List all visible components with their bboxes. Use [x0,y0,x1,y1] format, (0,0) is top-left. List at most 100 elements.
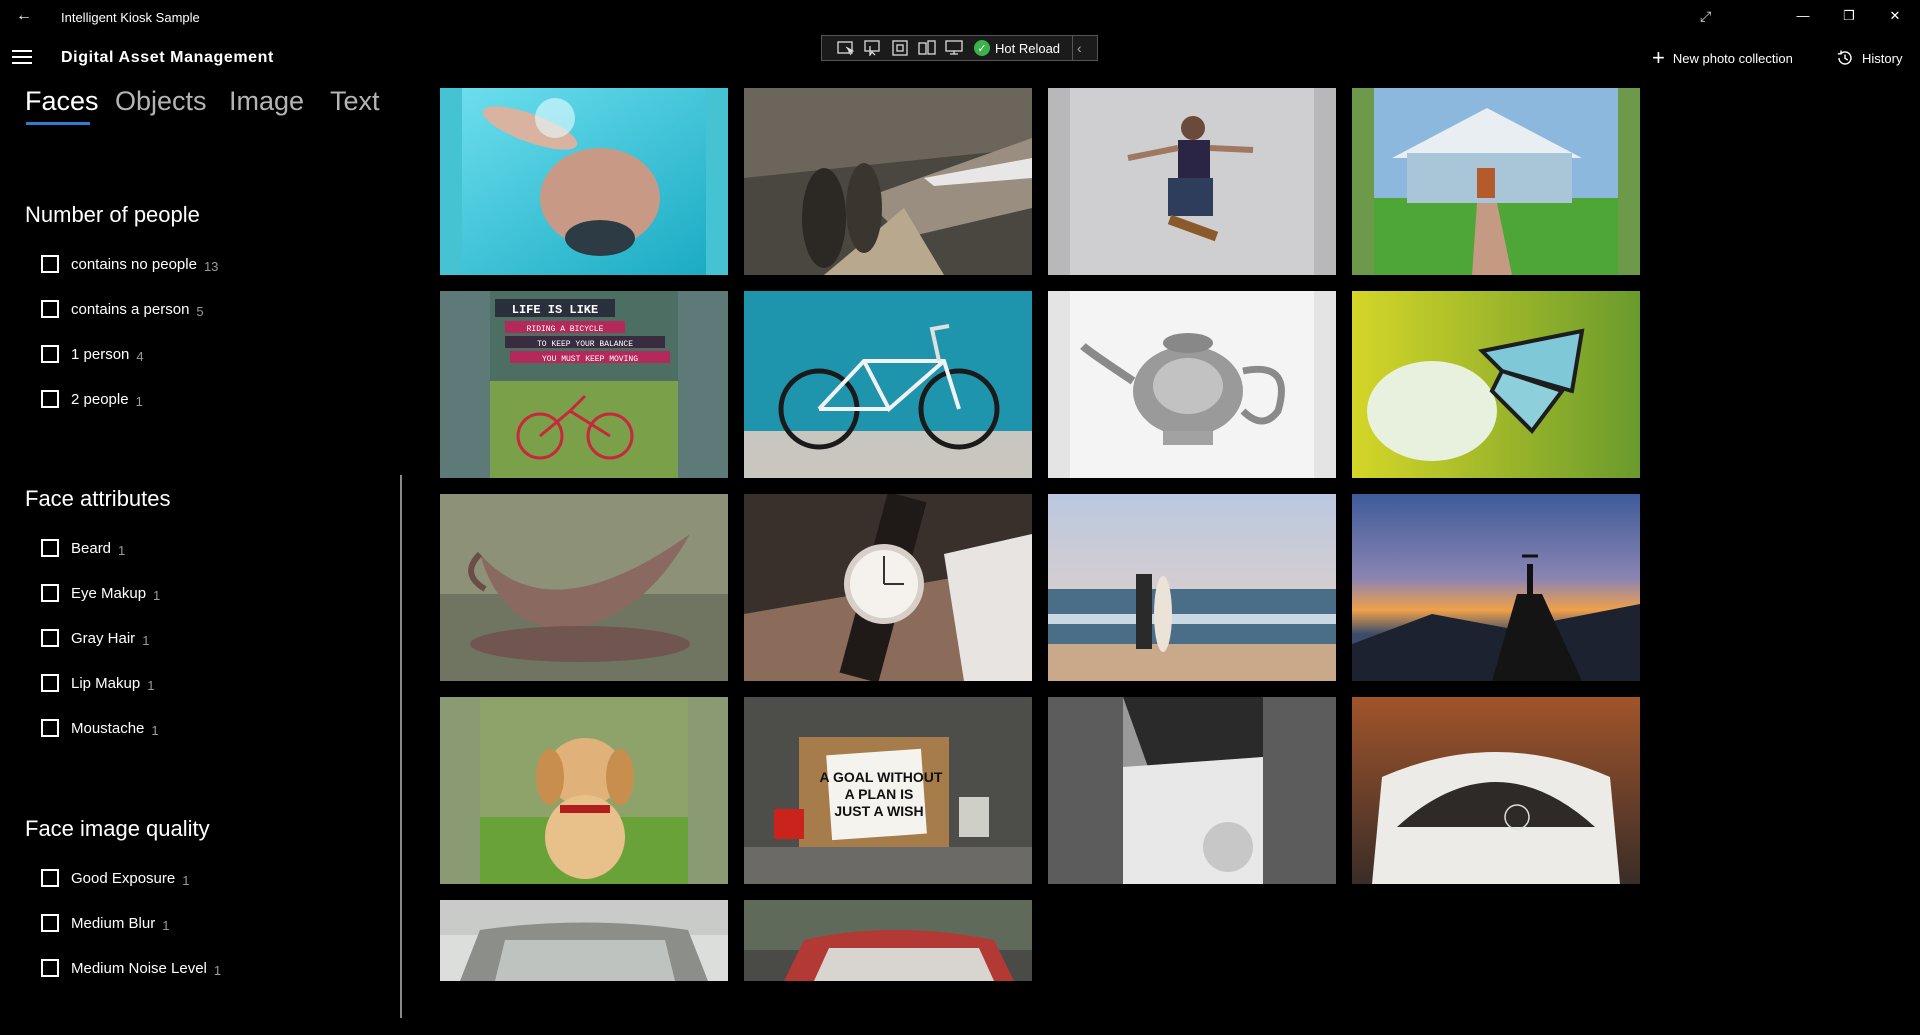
checkbox[interactable] [41,914,59,932]
active-tab-indicator [26,122,90,125]
history-label: History [1862,50,1903,66]
pointer-select-icon[interactable] [861,37,885,59]
filter-good-exposure[interactable]: Good Exposure 1 [41,867,189,889]
minimize-button[interactable]: — [1780,0,1826,34]
filter-gray-hair[interactable]: Gray Hair 1 [41,627,149,649]
filter-1-person[interactable]: 1 person 4 [41,343,144,365]
filter-lip-makup[interactable]: Lip Makup 1 [41,672,154,694]
filter-count: 13 [203,258,219,274]
filter-label: Lip Makup [71,674,141,692]
photo-teapot[interactable] [1048,291,1336,478]
photo-skateboarder[interactable] [1048,88,1336,275]
checkbox[interactable] [41,674,59,692]
photo-swimmer[interactable] [440,88,728,275]
filter-count: 5 [196,303,204,319]
tab-faces[interactable]: Faces [25,86,99,117]
checkbox[interactable] [41,869,59,887]
filter-eye-makup[interactable]: Eye Makup 1 [41,582,160,604]
filter-contains-a-person[interactable]: contains a person 5 [41,298,204,320]
goal-sign-line-3: JUST A WISH [834,803,923,819]
close-icon: ✕ [1889,8,1901,23]
history-button[interactable]: History [1836,47,1902,69]
history-icon [1837,50,1852,65]
back-arrow-icon[interactable]: ← [12,4,36,28]
title-bar: ← Intelligent Kiosk Sample ⤢ — ❐ ✕ [0,0,1920,36]
photo-wristwatch[interactable] [744,494,1032,681]
photo-house[interactable] [1352,88,1640,275]
poster-line-3: TO KEEP YOUR BALANCE [537,340,633,349]
photo-gravy-boat[interactable] [440,494,728,681]
photo-mountain-sunset[interactable] [1352,494,1640,681]
checkbox[interactable] [41,629,59,647]
tab-objects[interactable]: Objects [115,86,207,117]
select-element-icon[interactable] [834,37,858,59]
section-number-of-people: Number of people [25,202,200,227]
hamburger-icon[interactable] [12,50,32,66]
filter-label: Good Exposure [71,869,176,887]
tab-text[interactable]: Text [330,86,380,117]
checkbox[interactable] [41,584,59,602]
expand-icon[interactable]: ⤢ [1700,8,1711,25]
photo-surfer[interactable] [1048,494,1336,681]
section-face-attributes: Face attributes [25,486,171,511]
poster-line-4: YOU MUST KEEP MOVING [542,355,638,364]
collapse-toolbar-icon[interactable]: ‹ [1072,36,1082,60]
photo-goal-sign[interactable]: A GOAL WITHOUT A PLAN IS JUST A WISH [744,697,1032,884]
filter-label: Gray Hair [71,629,136,647]
close-button[interactable]: ✕ [1872,0,1918,34]
checkbox[interactable] [41,390,59,408]
checkbox[interactable] [41,255,59,273]
goal-sign-line-1: A GOAL WITHOUT [820,769,943,785]
checkbox[interactable] [41,539,59,557]
maximize-button[interactable]: ❐ [1826,0,1872,34]
filter-label: contains a person [71,300,190,318]
new-photo-collection-label: New photo collection [1672,50,1793,66]
photo-white-car-rear[interactable] [1352,697,1640,884]
plus-icon: + [1652,45,1665,70]
filter-beard[interactable]: Beard 1 [41,537,125,559]
display-layout-icon[interactable] [942,37,966,59]
filter-2-people[interactable]: 2 people 1 [41,388,143,410]
filter-label: contains no people [71,255,197,273]
filter-count: 1 [151,722,159,738]
filter-moustache[interactable]: Moustache 1 [41,717,159,739]
filter-label: 1 person [71,345,130,363]
filter-count: 1 [153,587,161,603]
maximize-icon: ❐ [1843,8,1855,23]
filter-count: 1 [182,872,190,888]
photo-bicycle-wall[interactable] [744,291,1032,478]
photo-bicycle-poster[interactable]: LIFE IS LIKE RIDING A BICYCLE TO KEEP YO… [440,291,728,478]
filter-medium-noise-level[interactable]: Medium Noise Level 1 [41,957,221,979]
filter-count: 1 [142,632,150,648]
photo-white-car-side[interactable] [1048,697,1336,884]
app-title: Digital Asset Management [61,49,274,66]
filter-medium-blur[interactable]: Medium Blur 1 [41,912,169,934]
checkbox[interactable] [41,300,59,318]
filter-count: 4 [136,348,144,364]
sidebar-scrollbar[interactable] [400,475,402,1018]
filter-label: Medium Noise Level [71,959,207,977]
filter-label: Medium Blur [71,914,156,932]
filter-count: 1 [135,393,143,409]
filter-count: 1 [147,677,155,693]
tab-image[interactable]: Image [229,86,304,117]
photo-car-red[interactable] [744,900,1032,981]
checkbox[interactable] [41,719,59,737]
filter-count: 1 [162,917,170,933]
checkbox[interactable] [41,345,59,363]
hot-reload-label: Hot Reload [995,40,1061,56]
photo-car-grey[interactable] [440,900,728,981]
filter-count: 1 [213,962,222,978]
photo-puppy[interactable] [440,697,728,884]
filter-label: Beard [71,539,112,557]
poster-line-1: LIFE IS LIKE [512,303,598,317]
track-focus-icon[interactable] [915,37,939,59]
new-photo-collection-button[interactable]: + New photo collection [1652,47,1793,69]
window-title: Intelligent Kiosk Sample [61,10,200,25]
checkbox[interactable] [41,959,59,977]
photo-subway[interactable] [744,88,1032,275]
layout-adorner-icon[interactable] [888,37,912,59]
photo-butterfly[interactable] [1352,291,1640,478]
filter-contains-no-people[interactable]: contains no people 13 [41,253,218,275]
minimize-icon: — [1796,8,1810,23]
